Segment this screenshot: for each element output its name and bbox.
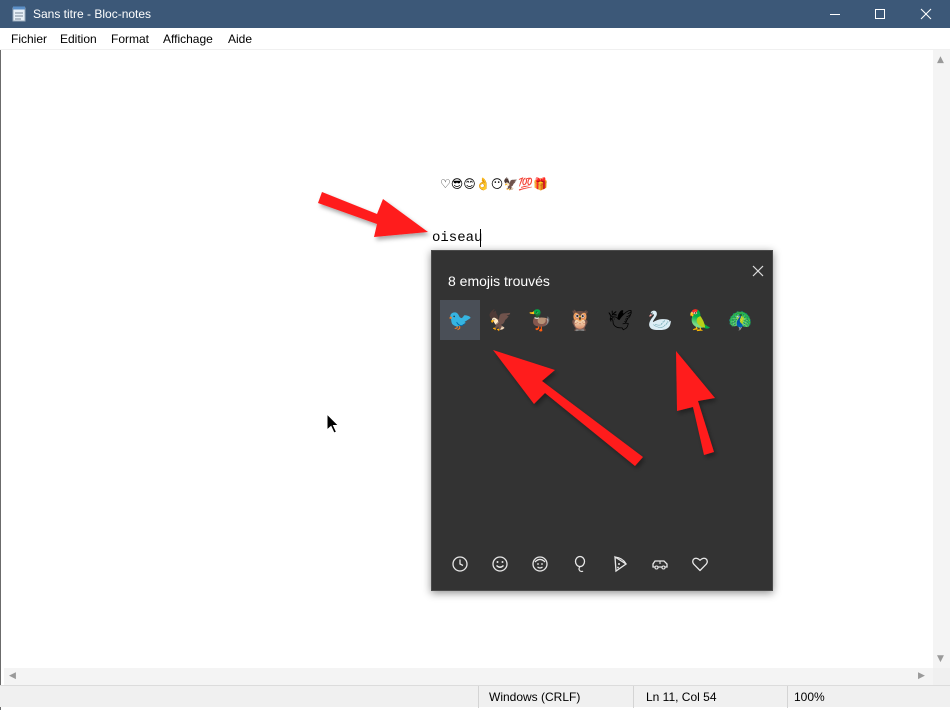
text-caret (480, 229, 481, 247)
emoji-panel-close-button[interactable] (746, 259, 770, 283)
category-celebration-button[interactable] (569, 553, 591, 575)
category-smileys-button[interactable] (489, 553, 511, 575)
maximize-icon (875, 9, 885, 19)
emoji-eagle[interactable]: 🦅 (480, 300, 520, 340)
minimize-icon (830, 14, 840, 15)
mouse-cursor-icon (326, 413, 340, 434)
window-title: Sans titre - Bloc-notes (33, 7, 152, 21)
category-recent-button[interactable] (449, 553, 471, 575)
menu-format[interactable]: Format (111, 31, 149, 47)
pizza-icon (614, 555, 628, 573)
emoji-parrot[interactable]: 🦜 (680, 300, 720, 340)
notepad-window: Sans titre - Bloc-notes Fichier Edition … (0, 0, 950, 710)
menu-fichier[interactable]: Fichier (11, 31, 47, 47)
status-separator (633, 686, 634, 708)
category-people-button[interactable] (529, 553, 551, 575)
close-icon (920, 8, 932, 20)
close-button[interactable] (903, 0, 949, 28)
maximize-button[interactable] (857, 0, 903, 28)
emoji-owl[interactable]: 🦉 (560, 300, 600, 340)
scrollbar-corner (933, 668, 950, 685)
scroll-right-icon[interactable]: ▶ (918, 671, 925, 681)
emoji-dove[interactable]: 🕊 (600, 300, 640, 340)
status-separator (478, 686, 479, 708)
menu-edition[interactable]: Edition (60, 31, 97, 47)
scroll-left-icon[interactable]: ◀ (9, 671, 16, 681)
vertical-scrollbar[interactable]: ▲ ▼ (933, 50, 950, 668)
heart-icon (692, 557, 708, 572)
emoji-bird[interactable]: 🐦 (440, 300, 480, 340)
emoji-results-count: 8 emojis trouvés (448, 273, 550, 289)
car-icon (652, 560, 668, 570)
title-bar[interactable]: Sans titre - Bloc-notes (0, 0, 950, 28)
category-symbols-button[interactable] (689, 553, 711, 575)
emoji-duck[interactable]: 🦆 (520, 300, 560, 340)
emoji-peacock[interactable]: 🦚 (720, 300, 760, 340)
typed-search-text: oiseau (432, 230, 483, 246)
horizontal-scrollbar[interactable]: ◀ ▶ (4, 668, 933, 685)
notepad-app-icon (12, 6, 26, 22)
minimize-button[interactable] (812, 0, 858, 28)
smiley-icon (492, 556, 508, 572)
people-icon (532, 556, 548, 572)
scroll-up-icon[interactable]: ▲ (937, 55, 944, 65)
close-icon (752, 265, 764, 277)
menu-aide[interactable]: Aide (228, 31, 252, 47)
status-bar: Windows (CRLF) Ln 11, Col 54 100% (0, 685, 950, 708)
category-travel-button[interactable] (649, 553, 671, 575)
clock-icon (452, 556, 468, 572)
menu-affichage[interactable]: Affichage (163, 31, 213, 47)
status-separator (787, 686, 788, 708)
balloon-icon (574, 555, 586, 573)
category-food-button[interactable] (609, 553, 631, 575)
scroll-down-icon[interactable]: ▼ (937, 654, 944, 664)
emoji-picker-panel: 8 emojis trouvés 🐦 🦅 🦆 🦉 🕊 🦢 🦜 🦚 (431, 250, 773, 591)
status-line-ending: Windows (CRLF) (489, 690, 581, 704)
status-cursor-position: Ln 11, Col 54 (646, 690, 717, 704)
emoji-swan[interactable]: 🦢 (640, 300, 680, 340)
menu-bar: Fichier Edition Format Affichage Aide (0, 28, 950, 50)
emoji-text-line: ♡😎😊👌😶🦅💯🎁 (440, 177, 549, 191)
status-zoom: 100% (794, 690, 825, 704)
